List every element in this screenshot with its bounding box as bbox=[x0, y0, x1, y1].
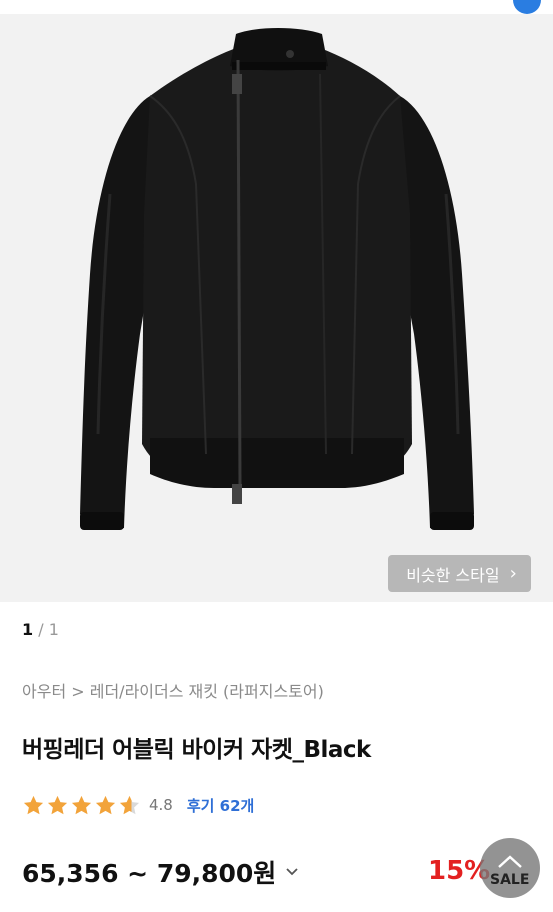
star-icon bbox=[95, 795, 116, 814]
pager-total: 1 bbox=[48, 620, 59, 639]
star-icon bbox=[47, 795, 68, 814]
product-image-gallery[interactable]: 비슷한 스타일 › bbox=[0, 14, 553, 602]
scroll-top-button[interactable] bbox=[480, 838, 540, 898]
category-breadcrumb[interactable]: 아우터 > 레더/라이더스 재킷 (라퍼지스토어) bbox=[22, 678, 324, 702]
product-title: 버핑레더 어블릭 바이커 자켓_Black bbox=[22, 737, 371, 763]
chevron-right-icon: › bbox=[509, 562, 517, 584]
half-star-icon bbox=[119, 795, 140, 814]
notification-dot bbox=[513, 0, 541, 14]
star-icon bbox=[71, 795, 92, 814]
similar-style-label: 비슷한 스타일 bbox=[406, 565, 500, 585]
jacket-image bbox=[80, 28, 474, 530]
top-status-strip bbox=[0, 0, 553, 14]
chevron-up-icon bbox=[498, 855, 522, 868]
review-count-link[interactable]: 후기 62개 bbox=[187, 795, 255, 816]
chevron-down-icon[interactable] bbox=[284, 864, 300, 880]
star-rating bbox=[22, 794, 141, 817]
rating-row: 4.8 후기 62개 bbox=[22, 792, 254, 818]
similar-style-button[interactable]: 비슷한 스타일 › bbox=[388, 555, 531, 592]
sale-badge: SALE bbox=[490, 872, 530, 888]
pager-current: 1 bbox=[22, 620, 34, 639]
star-icon bbox=[23, 795, 44, 814]
price-range-text: 65,356 ~ 79,800원 bbox=[22, 859, 277, 888]
pager-separator: / bbox=[33, 620, 49, 639]
price-range[interactable]: 65,356 ~ 79,800원 bbox=[22, 854, 300, 890]
image-pager: 1 / 1 bbox=[22, 620, 59, 639]
rating-value: 4.8 bbox=[149, 796, 173, 814]
